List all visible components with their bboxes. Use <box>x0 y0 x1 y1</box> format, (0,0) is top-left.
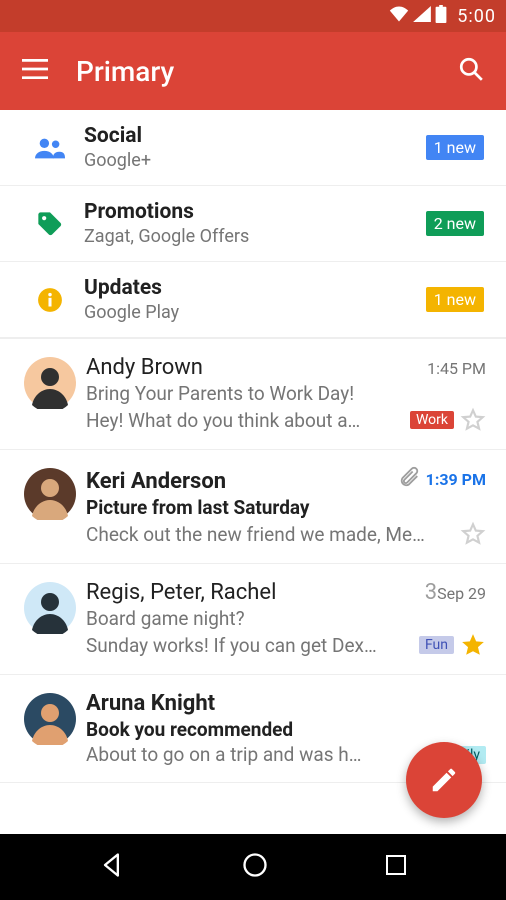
menu-button[interactable] <box>22 59 48 83</box>
star-button[interactable] <box>460 521 486 547</box>
email-preview: Sunday works! If you can get Dex… <box>86 634 413 657</box>
compose-fab[interactable] <box>406 742 482 818</box>
new-badge: 1 new <box>426 135 484 160</box>
status-time: 5:00 <box>457 6 496 27</box>
category-title: Promotions <box>84 200 426 224</box>
nav-recent-button[interactable] <box>384 853 408 881</box>
email-subject: Board game night? <box>86 607 486 630</box>
sender-name: Regis, Peter, Rachel <box>86 580 417 605</box>
sender-name: Andy Brown <box>86 355 427 380</box>
signal-icon <box>413 6 431 27</box>
email-item[interactable]: Keri Anderson 1:39 PM Picture from last … <box>0 450 506 564</box>
mail-label: Fun <box>419 636 454 654</box>
email-subject: Book you recommended <box>86 718 486 741</box>
inbox-list[interactable]: Social Google+ 1 new Promotions Zagat, G… <box>0 110 506 783</box>
email-time: 1:45 PM <box>427 359 486 378</box>
info-icon <box>22 287 78 313</box>
category-social[interactable]: Social Google+ 1 new <box>0 110 506 186</box>
nav-back-button[interactable] <box>98 851 126 883</box>
category-title: Updates <box>84 276 426 300</box>
email-item[interactable]: Andy Brown 1:45 PM Bring Your Parents to… <box>0 339 506 450</box>
email-time: Sep 29 <box>437 584 486 603</box>
email-subject: Picture from last Saturday <box>86 496 486 519</box>
avatar[interactable] <box>24 357 76 409</box>
category-promotions[interactable]: Promotions Zagat, Google Offers 2 new <box>0 186 506 262</box>
email-subject: Bring Your Parents to Work Day! <box>86 382 486 405</box>
people-icon <box>22 137 78 159</box>
email-preview: Check out the new friend we made, Me… <box>86 523 454 546</box>
star-button[interactable] <box>460 407 486 433</box>
email-time: 1:39 PM <box>398 466 486 492</box>
wifi-icon <box>389 6 409 27</box>
sender-name: Keri Anderson <box>86 469 398 494</box>
app-bar: Primary <box>0 32 506 110</box>
avatar[interactable] <box>24 468 76 520</box>
battery-icon <box>435 5 447 28</box>
star-button[interactable] <box>460 632 486 658</box>
attachment-icon <box>398 466 420 492</box>
email-preview: Hey! What do you think about a… <box>86 409 404 432</box>
avatar[interactable] <box>24 582 76 634</box>
category-subtitle: Zagat, Google Offers <box>84 226 426 247</box>
sender-name: Aruna Knight <box>86 691 486 716</box>
category-updates[interactable]: Updates Google Play 1 new <box>0 262 506 338</box>
category-title: Social <box>84 124 426 148</box>
nav-home-button[interactable] <box>241 851 269 883</box>
thread-count: 3 <box>425 580 437 605</box>
category-subtitle: Google+ <box>84 150 426 171</box>
tag-icon <box>22 210 78 238</box>
new-badge: 1 new <box>426 287 484 312</box>
category-subtitle: Google Play <box>84 302 426 323</box>
email-item[interactable]: Regis, Peter, Rachel 3 Sep 29 Board game… <box>0 564 506 675</box>
inbox-title: Primary <box>76 55 458 88</box>
mail-label: Work <box>410 411 454 429</box>
avatar[interactable] <box>24 693 76 745</box>
email-preview: About to go on a trip and was h… <box>86 743 427 766</box>
new-badge: 2 new <box>426 211 484 236</box>
android-nav-bar <box>0 834 506 900</box>
search-button[interactable] <box>458 56 484 86</box>
status-bar: 5:00 <box>0 0 506 32</box>
